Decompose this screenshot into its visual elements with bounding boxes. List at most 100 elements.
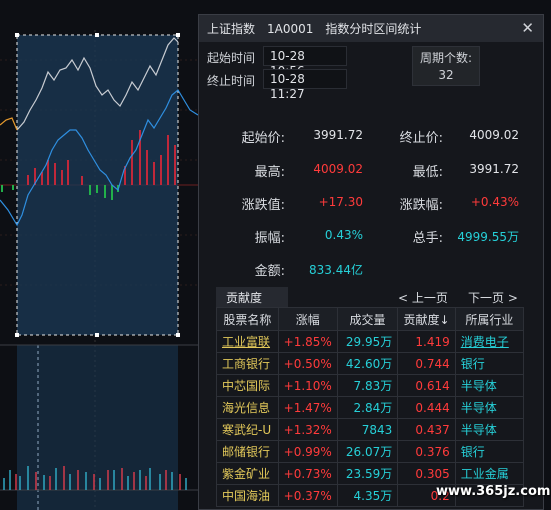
change-pct-text: +1.85%: [283, 334, 332, 349]
col-stock-name[interactable]: 股票名称: [216, 307, 279, 331]
industry-cell[interactable]: 工业金属: [454, 462, 525, 485]
amplitude-value: 0.43%: [324, 228, 363, 242]
stock-name-cell[interactable]: 工商银行: [216, 352, 279, 375]
panel-title: 指数分时区间统计: [325, 22, 422, 36]
change-pct-label: 涨跌幅:: [399, 198, 443, 213]
col-volume[interactable]: 成交量: [336, 307, 399, 331]
amount-value: 833.44亿: [309, 263, 363, 277]
interval-stats-panel: 上证指数 1A0001 指数分时区间统计 ✕ 起始时间 10-28 10:56 …: [198, 14, 544, 510]
end-price-value: 4009.02: [469, 128, 519, 142]
industry-cell[interactable]: 半导体: [454, 396, 525, 419]
change-pct-cell: +0.73%: [277, 462, 338, 485]
table-body: 工业富联 +1.85% 29.95万 1.419 消费电子 工商银行 +0.50% 42.60…: [216, 330, 525, 507]
volume-cell: 23.59万: [336, 462, 399, 485]
change-pct-cell: +0.37%: [277, 484, 338, 507]
volume-cell: 7843: [336, 418, 399, 441]
industry-cell[interactable]: 银行: [454, 352, 525, 375]
contribution-header: 贡献度 < 上一页 下一页 >: [216, 287, 524, 307]
contribution-text: 0.376: [415, 444, 450, 459]
contribution-table: 股票名称 涨幅 成交量 贡献度↓ 所属行业 工业富联 +1.85% 29.95万 1.…: [216, 307, 525, 507]
contribution-cell: 0.614: [397, 374, 456, 397]
stock-name-cell[interactable]: 寒武纪-U: [216, 418, 279, 441]
panel-titlebar[interactable]: 上证指数 1A0001 指数分时区间统计 ✕: [199, 15, 543, 42]
next-page-button[interactable]: 下一页 >: [468, 289, 518, 306]
high-value: 4009.02: [313, 162, 363, 176]
volume-text: 29.95万: [345, 335, 393, 349]
table-row[interactable]: 中芯国际 +1.10% 7.83万 0.614 半导体: [216, 374, 525, 397]
change-label: 涨跌值:: [241, 198, 285, 213]
contribution-tab[interactable]: 贡献度: [216, 287, 288, 307]
stock-name-text: 邮储银行: [222, 445, 271, 459]
stock-name-cell[interactable]: 中芯国际: [216, 374, 279, 397]
amplitude-label: 振幅:: [254, 231, 285, 246]
low-value: 3991.72: [469, 162, 519, 176]
change-pct-cell: +1.85%: [277, 330, 338, 353]
start-time-field[interactable]: 10-28 10:56: [263, 46, 347, 78]
low-label: 最低:: [412, 165, 443, 180]
amount-label: 金额:: [254, 264, 285, 279]
change-pct-text: +1.10%: [283, 378, 332, 393]
table-row[interactable]: 工业富联 +1.85% 29.95万 1.419 消费电子: [216, 330, 525, 353]
industry-text: 消费电子: [460, 335, 509, 349]
col-contribution[interactable]: 贡献度↓: [397, 307, 456, 331]
change-pct-text: +0.99%: [283, 444, 332, 459]
total-hands-label: 总手:: [412, 231, 443, 246]
end-time-field[interactable]: 10-28 11:27: [263, 69, 347, 101]
volume-cell: 4.35万: [336, 484, 399, 507]
volume-text: 7.83万: [353, 379, 393, 393]
contribution-cell: 0.744: [397, 352, 456, 375]
table-row[interactable]: 寒武纪-U +1.32% 7843 0.437 半导体: [216, 418, 525, 441]
contribution-cell: 0.376: [397, 440, 456, 463]
volume-text: 2.84万: [353, 401, 393, 415]
start-time-label: 起始时间: [207, 51, 256, 65]
stock-name-cell[interactable]: 紫金矿业: [216, 462, 279, 485]
col-change[interactable]: 涨幅: [277, 307, 338, 331]
stock-name-cell[interactable]: 海光信息: [216, 396, 279, 419]
prev-page-button[interactable]: < 上一页: [398, 289, 448, 306]
industry-text: 半导体: [460, 379, 497, 393]
table-row[interactable]: 工商银行 +0.50% 42.60万 0.744 银行: [216, 352, 525, 375]
industry-cell[interactable]: 半导体: [454, 374, 525, 397]
industry-text: 半导体: [460, 401, 497, 415]
volume-cell: 7.83万: [336, 374, 399, 397]
industry-cell[interactable]: 银行: [454, 440, 525, 463]
stock-name-text: 工业富联: [222, 335, 271, 349]
volume-text: 4.35万: [353, 489, 393, 503]
industry-cell[interactable]: 消费电子: [454, 330, 525, 353]
volume-text: 7843: [361, 422, 393, 437]
stock-name-text: 工商银行: [222, 357, 271, 371]
end-time-label: 终止时间: [207, 74, 256, 88]
index-code: 1A0001: [267, 21, 314, 36]
industry-text: 工业金属: [460, 467, 509, 481]
change-pct-cell: +1.10%: [277, 374, 338, 397]
stock-name-cell[interactable]: 邮储银行: [216, 440, 279, 463]
stock-name-cell[interactable]: 中国海油: [216, 484, 279, 507]
contribution-text: 1.419: [415, 334, 450, 349]
start-price-value: 3991.72: [313, 128, 363, 142]
change-pct-cell: +1.47%: [277, 396, 338, 419]
contribution-text: 0.305: [415, 466, 450, 481]
close-icon[interactable]: ✕: [521, 19, 534, 37]
period-count-box: 周期个数: 32: [412, 46, 480, 86]
col-industry[interactable]: 所属行业: [454, 307, 525, 331]
total-hands-value: 4999.55万: [457, 230, 519, 244]
table-row[interactable]: 海光信息 +1.47% 2.84万 0.444 半导体: [216, 396, 525, 419]
stock-name-text: 中芯国际: [222, 379, 271, 393]
period-label: 周期个数:: [419, 51, 473, 65]
industry-cell[interactable]: 半导体: [454, 418, 525, 441]
change-pct-text: +1.47%: [283, 400, 332, 415]
contribution-text: 0.744: [415, 356, 450, 371]
stock-name-cell[interactable]: 工业富联: [216, 330, 279, 353]
contribution-text: 0.437: [415, 422, 450, 437]
industry-text: 半导体: [460, 423, 497, 437]
stock-name-text: 海光信息: [222, 401, 271, 415]
volume-cell: 29.95万: [336, 330, 399, 353]
end-price-label: 终止价:: [399, 131, 443, 146]
change-pct-value: +0.43%: [470, 195, 519, 209]
start-price-label: 起始价:: [241, 131, 285, 146]
table-row[interactable]: 紫金矿业 +0.73% 23.59万 0.305 工业金属: [216, 462, 525, 485]
table-row[interactable]: 邮储银行 +0.99% 26.07万 0.376 银行: [216, 440, 525, 463]
contribution-cell: 0.437: [397, 418, 456, 441]
change-pct-text: +0.37%: [283, 488, 332, 503]
change-pct-text: +0.73%: [283, 466, 332, 481]
